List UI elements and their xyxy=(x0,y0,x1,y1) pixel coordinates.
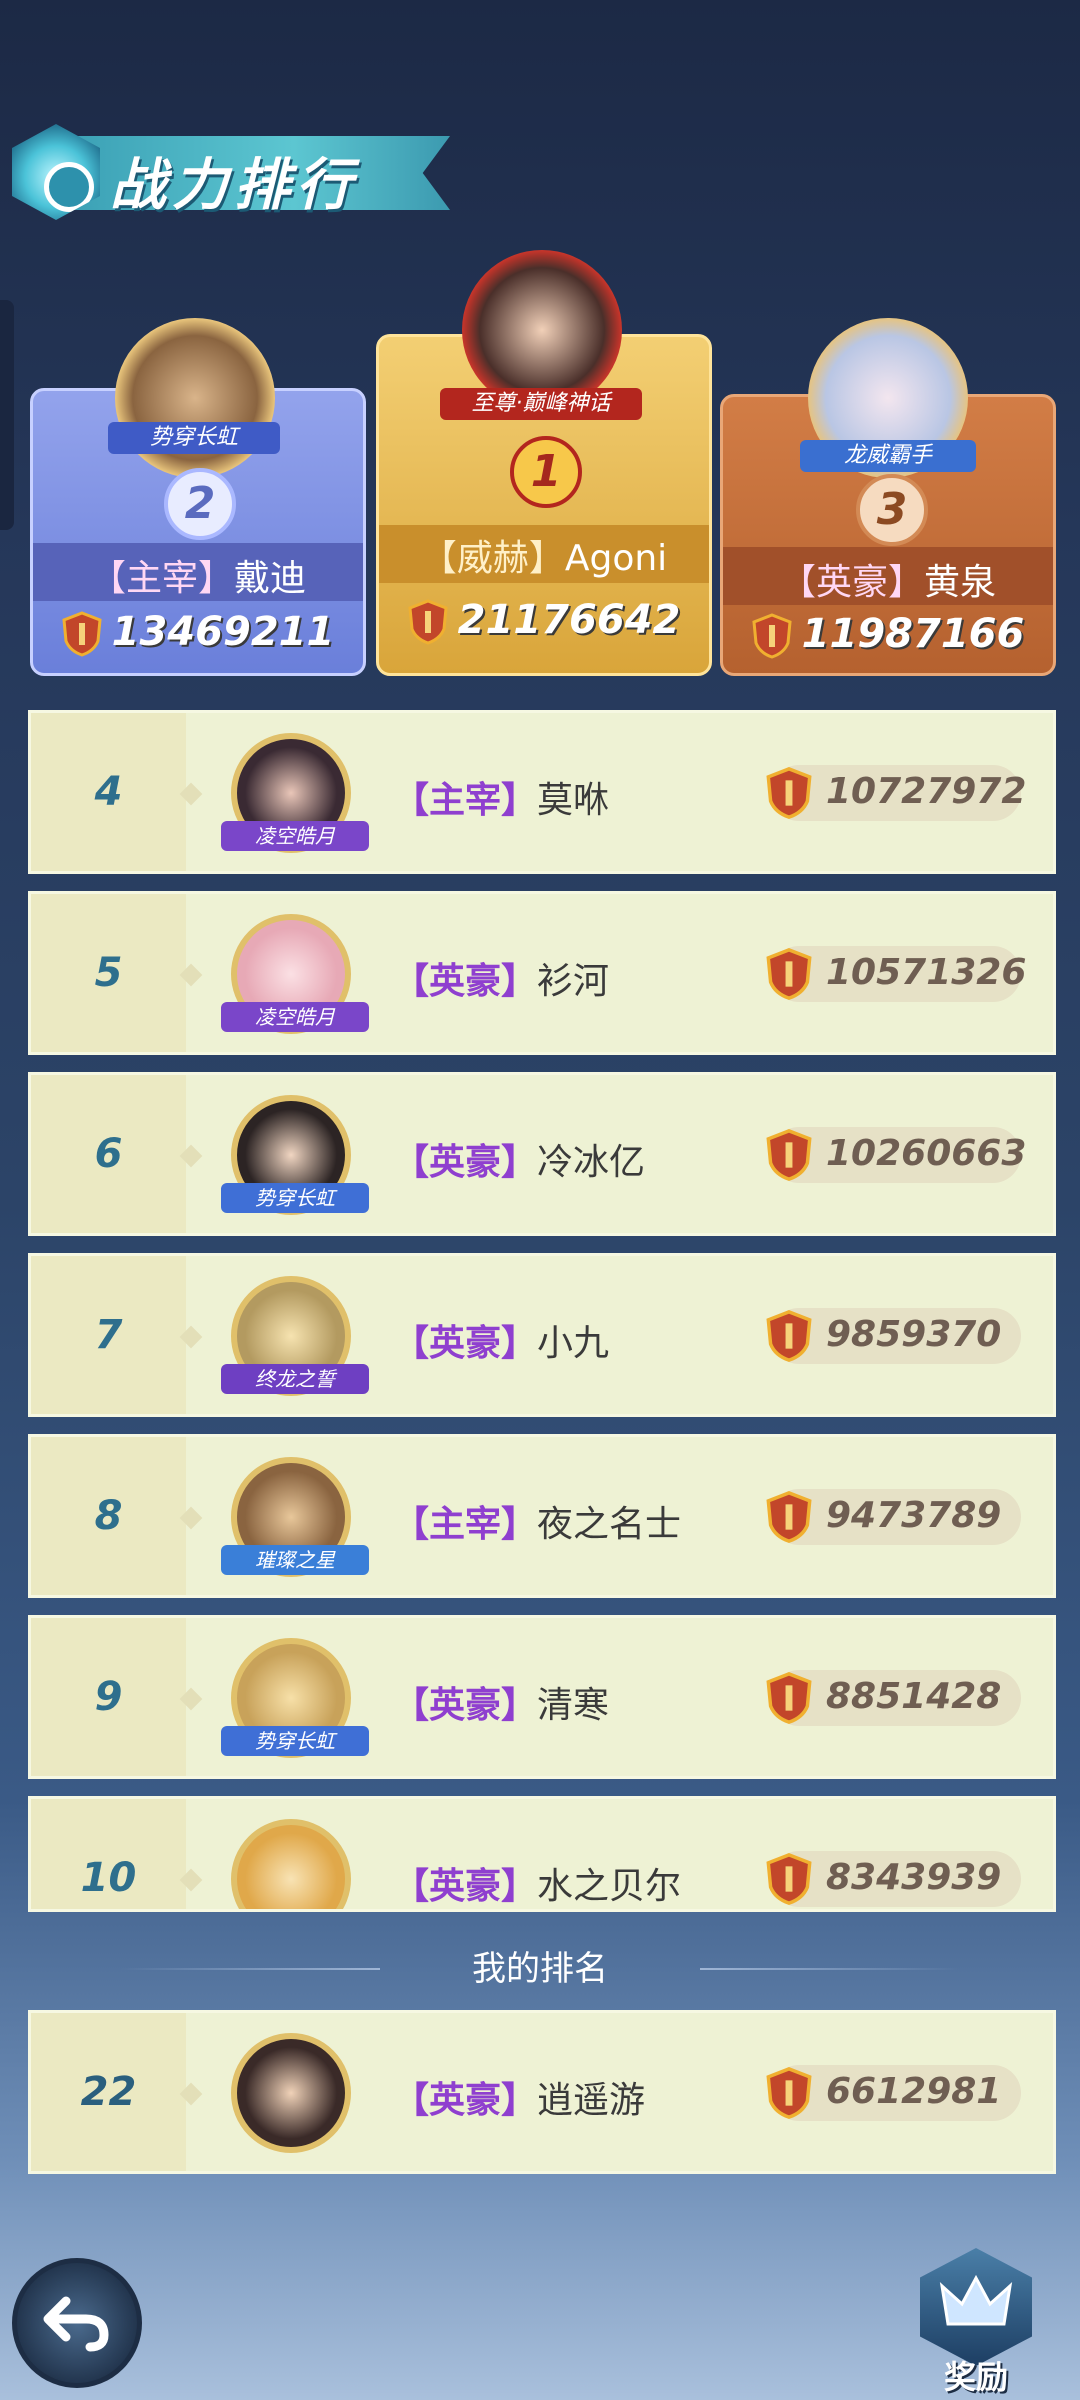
row-name: 【英豪】小九 xyxy=(393,1323,610,1364)
power-shield-icon xyxy=(766,766,812,819)
power-shield-icon xyxy=(752,613,792,659)
table-row[interactable]: 10 【英豪】水之贝尔 8343939 xyxy=(28,1796,1056,1912)
row-rank: 5 xyxy=(94,950,123,996)
row-score: 9473789 xyxy=(826,1495,1002,1536)
crown-icon xyxy=(920,2248,1032,2366)
title-badge: 龙威霸手 xyxy=(800,440,976,472)
row-rank: 22 xyxy=(80,2069,137,2115)
my-rank-row[interactable]: 22 【英豪】逍遥游 6612981 xyxy=(28,2010,1056,2174)
power-shield-icon xyxy=(766,1128,812,1181)
back-button[interactable] xyxy=(12,2258,142,2388)
row-score: 10260663 xyxy=(826,1133,1027,1174)
power-shield-icon xyxy=(408,599,448,645)
title-banner: 战力排行 xyxy=(0,118,460,228)
power-shield-icon xyxy=(766,1490,812,1543)
table-row[interactable]: 8 璀璨之星 【主宰】夜之名士 9473789 xyxy=(28,1434,1056,1598)
power-shield-icon xyxy=(766,1309,812,1362)
row-name: 【英豪】冷冰亿 xyxy=(393,1142,646,1183)
title-badge: 凌空皓月 xyxy=(221,821,369,851)
row-rank: 8 xyxy=(94,1493,123,1539)
row-rank: 9 xyxy=(94,1674,123,1720)
power-shield-icon xyxy=(766,1671,812,1724)
title-badge: 势穿长虹 xyxy=(221,1183,369,1213)
row-rank: 10 xyxy=(80,1855,137,1901)
avatar[interactable] xyxy=(462,250,622,410)
back-arrow-icon xyxy=(43,2296,109,2352)
podium-score: 11987166 xyxy=(723,611,1053,659)
avatar[interactable] xyxy=(115,318,275,478)
power-shield-icon xyxy=(766,947,812,1000)
avatar[interactable] xyxy=(231,1819,351,1909)
table-row[interactable]: 6 势穿长虹 【英豪】冷冰亿 10260663 xyxy=(28,1072,1056,1236)
reward-label: 奖励 xyxy=(943,2358,1008,2396)
table-row[interactable]: 4 凌空皓月 【主宰】莫咻 10727972 xyxy=(28,710,1056,874)
row-name: 【英豪】逍遥游 xyxy=(393,2080,646,2121)
reward-button[interactable]: 奖励 xyxy=(916,2248,1036,2396)
title-badge: 势穿长虹 xyxy=(108,422,280,454)
podium-name: 【威赫】Agoni xyxy=(420,538,668,579)
power-shield-icon xyxy=(766,2066,812,2119)
power-shield-icon xyxy=(62,611,102,657)
rank-medal: 2 xyxy=(164,468,236,540)
title-badge: 势穿长虹 xyxy=(221,1726,369,1756)
rank-medal: 3 xyxy=(856,474,928,546)
row-rank: 7 xyxy=(94,1312,123,1358)
rank-medal: 1 xyxy=(510,436,582,508)
my-rank-heading: 我的排名 xyxy=(472,1949,608,1989)
row-name: 【英豪】水之贝尔 xyxy=(393,1866,682,1907)
title-badge: 璀璨之星 xyxy=(221,1545,369,1575)
title-badge: 终龙之誓 xyxy=(221,1364,369,1394)
side-drawer-handle[interactable] xyxy=(0,300,14,530)
row-rank: 4 xyxy=(94,769,123,815)
row-name: 【主宰】莫咻 xyxy=(393,780,610,821)
row-name: 【英豪】衫河 xyxy=(393,961,610,1002)
row-rank: 6 xyxy=(94,1131,123,1177)
podium-name: 【英豪】黄泉 xyxy=(779,562,997,603)
row-score: 10571326 xyxy=(826,952,1027,993)
podium-score: 13469211 xyxy=(33,609,363,657)
row-score: 10727972 xyxy=(826,771,1027,812)
power-shield-icon xyxy=(766,1852,812,1905)
row-score: 6612981 xyxy=(826,2071,1002,2112)
podium-name: 【主宰】戴迪 xyxy=(89,558,307,599)
title-badge: 至尊·巅峰神话 xyxy=(440,388,642,420)
row-name: 【英豪】清寒 xyxy=(393,1685,610,1726)
podium-score: 21176642 xyxy=(379,597,709,645)
table-row[interactable]: 5 凌空皓月 【英豪】衫河 10571326 xyxy=(28,891,1056,1055)
avatar[interactable] xyxy=(231,2033,351,2153)
row-name: 【主宰】夜之名士 xyxy=(393,1504,682,1545)
table-row[interactable]: 7 终龙之誓 【英豪】小九 9859370 xyxy=(28,1253,1056,1417)
page-title: 战力排行 xyxy=(110,153,358,218)
row-score: 9859370 xyxy=(826,1314,1002,1355)
title-badge: 凌空皓月 xyxy=(221,1002,369,1032)
row-score: 8343939 xyxy=(826,1857,1002,1898)
row-score: 8851428 xyxy=(826,1676,1002,1717)
table-row[interactable]: 9 势穿长虹 【英豪】清寒 8851428 xyxy=(28,1615,1056,1779)
